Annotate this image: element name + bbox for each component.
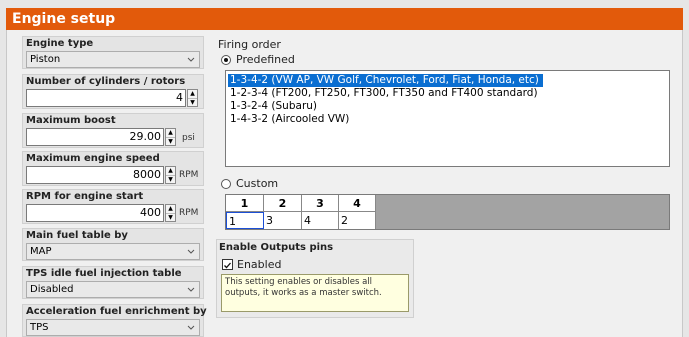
max-speed-unit: RPM (179, 170, 199, 180)
predefined-label: Predefined (236, 53, 295, 66)
window-title: Engine setup (6, 8, 683, 30)
firing-order-title: Firing order (218, 38, 281, 51)
list-item[interactable]: 1-4-3-2 (Aircooled VW) (228, 113, 353, 126)
main-fuel-select[interactable]: MAP (26, 243, 200, 260)
list-item[interactable]: 1-2-3-4 (FT200, FT250, FT300, FT350 and … (228, 87, 542, 100)
predefined-radio[interactable] (221, 55, 231, 65)
rpm-start-label: RPM for engine start (26, 191, 144, 202)
accel-fuel-group: Acceleration fuel enrichment by TPS (22, 304, 207, 337)
tps-idle-select[interactable]: Disabled (26, 281, 200, 298)
grid-header: 4 (339, 195, 376, 212)
firing-order-list[interactable]: 1-3-4-2 (VW AP, VW Golf, Chevrolet, Ford… (225, 70, 670, 167)
outputs-title: Enable Outputs pins (219, 242, 334, 253)
list-item[interactable]: 1-3-2-4 (Subaru) (228, 100, 321, 113)
outputs-group: Enable Outputs pins Enabled This setting… (216, 239, 414, 318)
chevron-down-icon (187, 249, 195, 254)
tps-idle-group: TPS idle fuel injection table Disabled (22, 266, 204, 299)
max-speed-stepper[interactable]: ▲ ▼ (165, 166, 176, 184)
custom-label: Custom (236, 177, 279, 190)
stepper-down-icon[interactable]: ▼ (166, 214, 175, 222)
main-fuel-value: MAP (30, 246, 52, 257)
stepper-up-icon[interactable]: ▲ (166, 129, 175, 138)
cylinders-label: Number of cylinders / rotors (26, 76, 186, 87)
check-icon (224, 262, 231, 269)
stepper-up-icon[interactable]: ▲ (166, 205, 175, 214)
chevron-down-icon (187, 287, 195, 292)
max-speed-group: Maximum engine speed 8000 ▲ ▼ RPM (22, 151, 204, 186)
outputs-help-text: This setting enables or disables all out… (221, 274, 409, 312)
max-boost-group: Maximum boost 29.00 ▲ ▼ psi (22, 113, 204, 148)
custom-firing-grid: 1 2 3 4 1 3 4 2 (225, 194, 670, 230)
stepper-up-icon[interactable]: ▲ (188, 90, 197, 99)
max-boost-input[interactable]: 29.00 (26, 128, 164, 146)
max-boost-stepper[interactable]: ▲ ▼ (165, 128, 176, 146)
stepper-up-icon[interactable]: ▲ (166, 167, 175, 176)
rpm-start-unit: RPM (179, 208, 199, 218)
stepper-down-icon[interactable]: ▼ (166, 138, 175, 146)
custom-radio[interactable] (221, 179, 231, 189)
tps-idle-value: Disabled (30, 284, 74, 295)
grid-cell[interactable]: 2 (339, 212, 376, 229)
stepper-down-icon[interactable]: ▼ (166, 176, 175, 184)
engine-type-label: Engine type (26, 38, 94, 49)
engine-type-group: Engine type Piston (22, 36, 204, 69)
grid-cell[interactable]: 4 (302, 212, 339, 229)
accel-fuel-label: Acceleration fuel enrichment by (26, 306, 207, 317)
rpm-start-stepper[interactable]: ▲ ▼ (165, 204, 176, 222)
max-speed-input[interactable]: 8000 (26, 166, 164, 184)
cylinders-group: Number of cylinders / rotors 4 ▲ ▼ (22, 74, 204, 109)
grid-header: 2 (264, 195, 302, 212)
engine-type-value: Piston (30, 54, 61, 65)
engine-type-select[interactable]: Piston (26, 51, 200, 68)
enabled-label: Enabled (237, 258, 282, 271)
max-boost-label: Maximum boost (26, 115, 116, 126)
grid-header: 3 (302, 195, 339, 212)
max-boost-unit: psi (182, 133, 195, 143)
accel-fuel-select[interactable]: TPS (26, 319, 200, 336)
grid-cell[interactable]: 3 (264, 212, 302, 229)
cylinders-input[interactable]: 4 (26, 89, 186, 107)
stepper-down-icon[interactable]: ▼ (188, 99, 197, 107)
list-item[interactable]: 1-3-4-2 (VW AP, VW Golf, Chevrolet, Ford… (228, 74, 543, 87)
grid-header: 1 (226, 195, 264, 212)
rpm-start-group: RPM for engine start 400 ▲ ▼ RPM (22, 189, 204, 224)
cylinders-stepper[interactable]: ▲ ▼ (187, 89, 198, 107)
rpm-start-input[interactable]: 400 (26, 204, 164, 222)
main-fuel-label: Main fuel table by (26, 230, 128, 241)
accel-fuel-value: TPS (30, 322, 49, 333)
grid-cell[interactable]: 1 (226, 212, 264, 229)
chevron-down-icon (187, 57, 195, 62)
main-fuel-group: Main fuel table by MAP (22, 228, 204, 261)
tps-idle-label: TPS idle fuel injection table (26, 268, 182, 279)
chevron-down-icon (187, 325, 195, 330)
enabled-checkbox[interactable] (222, 259, 233, 270)
max-speed-label: Maximum engine speed (26, 153, 160, 164)
